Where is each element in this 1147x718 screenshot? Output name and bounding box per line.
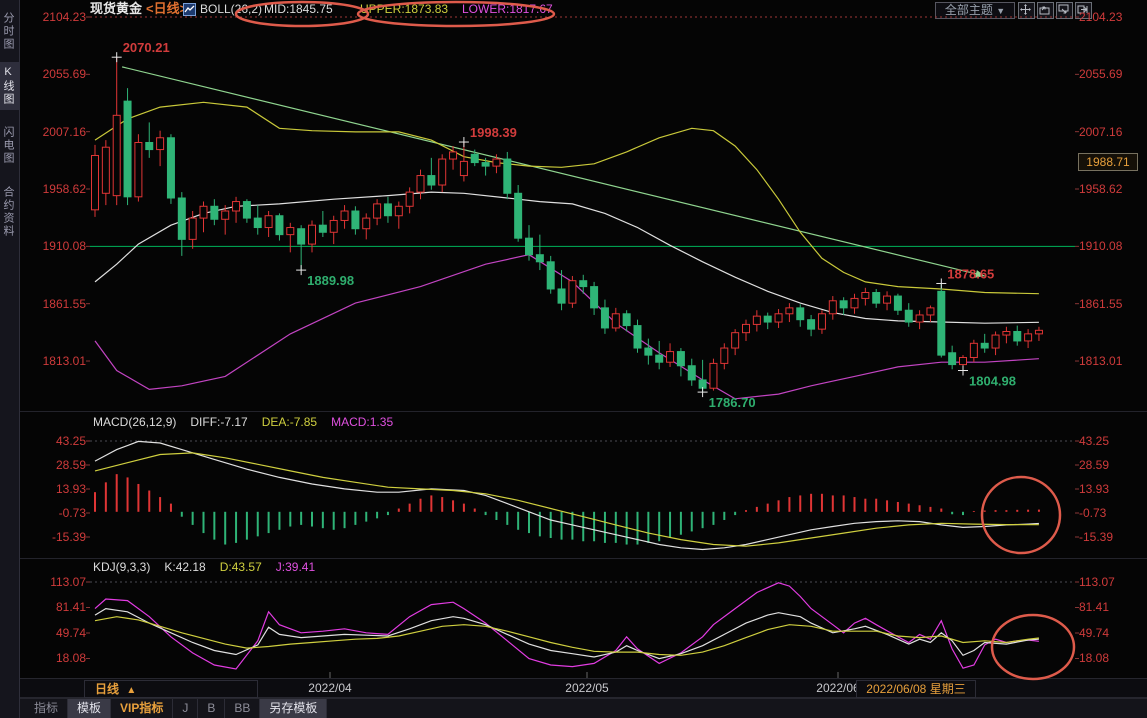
price-axis-label: 1910.08: [24, 239, 86, 253]
timeframe-label: 日线: [95, 682, 119, 696]
kdj-axis-label: 18.08: [1079, 651, 1143, 665]
kdj-axis-label: 113.07: [24, 575, 86, 589]
macd-axis-label: 28.59: [1079, 458, 1143, 472]
date-tick: 2022/04: [290, 681, 370, 695]
price-axis-label: 1813.01: [1079, 354, 1143, 368]
toolbar-save-template-button[interactable]: 另存模板: [260, 699, 327, 718]
price-axis-label: 1910.08: [1079, 239, 1143, 253]
macd-pane-canvas[interactable]: [90, 430, 1075, 558]
price-axis-label: 1861.55: [24, 297, 86, 311]
current-date-badge: 2022/06/08 星期三: [856, 680, 976, 698]
sidebar-tab-kline[interactable]: K线图: [0, 62, 20, 110]
kdj-axis-label: 18.08: [24, 651, 86, 665]
toolbar-bb-button[interactable]: BB: [225, 699, 260, 718]
date-tick: 2022/05: [547, 681, 627, 695]
timeframe-selector[interactable]: 日线 ▲: [84, 680, 258, 698]
macd-axis-label: 43.25: [24, 434, 86, 448]
sidebar-tab-contract-info[interactable]: 合约资料: [0, 182, 20, 242]
left-sidebar: 分时图 K线图 闪电图 合约资料: [0, 0, 20, 718]
kdj-axis-label: 49.74: [1079, 626, 1143, 640]
bottom-toolbar: 指标 模板 VIP指标 J B BB 另存模板: [20, 698, 1147, 718]
macd-axis-label: -0.73: [24, 506, 86, 520]
macd-title: MACD(26,12,9): [93, 415, 176, 429]
kdj-axis-label: 81.41: [24, 600, 86, 614]
macd-axis-label: -15.39: [1079, 530, 1143, 544]
kdj-axis-label: 81.41: [1079, 600, 1143, 614]
price-axis-label: 1958.62: [24, 182, 86, 196]
macd-axis-label: -0.73: [1079, 506, 1143, 520]
macd-header: MACD(26,12,9) DIFF:-7.17 DEA:-7.85 MACD:1.3…: [93, 415, 407, 430]
price-axis-label: 2055.69: [24, 67, 86, 81]
macd-axis-label: -15.39: [24, 530, 86, 544]
toolbar-vip-indicators-button[interactable]: VIP指标: [111, 699, 173, 718]
toolbar-template-button[interactable]: 模板: [68, 699, 111, 718]
toolbar-j-button[interactable]: J: [173, 699, 198, 718]
last-price-badge: 1988.71: [1078, 153, 1138, 171]
macd-dea-value: DEA:-7.85: [262, 415, 317, 429]
price-axis-label: 2104.23: [1079, 10, 1143, 24]
kdj-axis-label: 113.07: [1079, 575, 1143, 589]
sidebar-tab-timeshare[interactable]: 分时图: [0, 8, 20, 55]
kdj-pane-canvas[interactable]: [90, 572, 1075, 672]
main-chart-canvas[interactable]: [90, 10, 1075, 410]
price-axis-label: 2055.69: [1079, 67, 1143, 81]
macd-axis-label: 13.93: [1079, 482, 1143, 496]
macd-axis-label: 43.25: [1079, 434, 1143, 448]
toolbar-b-button[interactable]: B: [198, 699, 225, 718]
price-axis-label: 1813.01: [24, 354, 86, 368]
price-axis-label: 1958.62: [1079, 182, 1143, 196]
macd-diff-value: DIFF:-7.17: [190, 415, 247, 429]
price-axis-label: 2007.16: [24, 125, 86, 139]
toolbar-indicators-button[interactable]: 指标: [25, 699, 68, 718]
price-axis-label: 2007.16: [1079, 125, 1143, 139]
price-axis-label: 2104.23: [24, 10, 86, 24]
price-axis-label: 1861.55: [1079, 297, 1143, 311]
macd-axis-label: 28.59: [24, 458, 86, 472]
macd-macd-value: MACD:1.35: [331, 415, 393, 429]
macd-axis-label: 13.93: [24, 482, 86, 496]
sidebar-tab-lightning[interactable]: 闪电图: [0, 122, 20, 169]
kdj-axis-label: 49.74: [24, 626, 86, 640]
triangle-up-icon: ▲: [126, 685, 136, 696]
